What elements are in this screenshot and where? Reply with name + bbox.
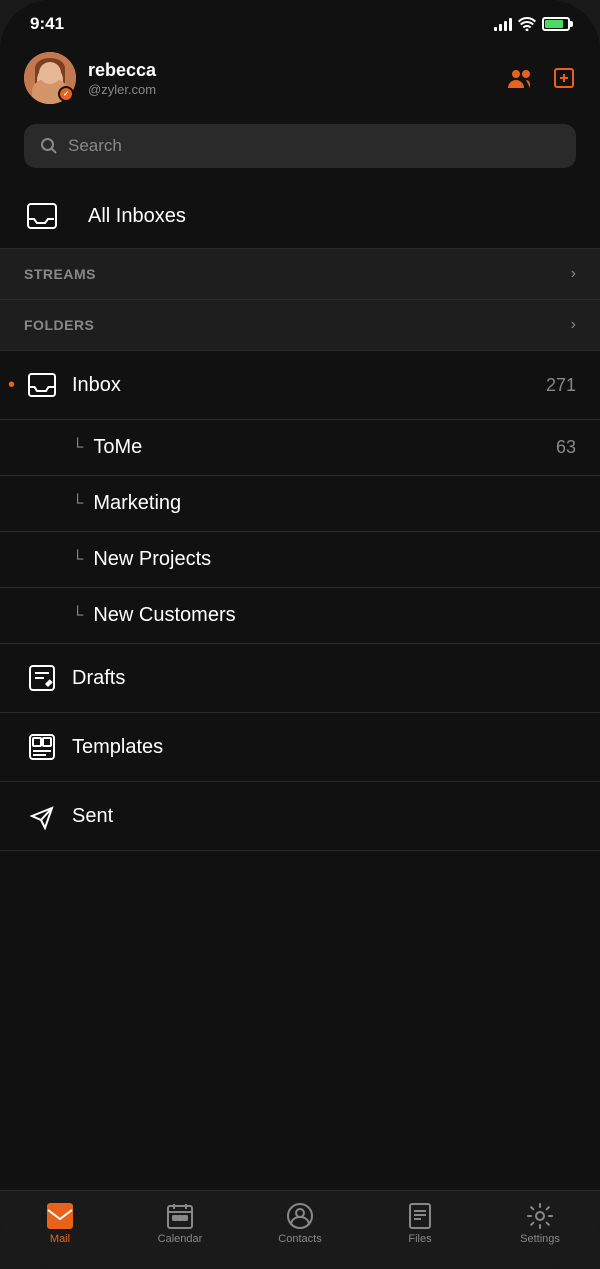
inbox-nav-icon	[24, 367, 60, 403]
streams-chevron-icon: ›	[571, 265, 576, 283]
nav-items: Inbox 271 └ ToMe 63 └ Marketing └ New Pr…	[0, 351, 600, 1190]
contacts-nav-icon	[287, 1203, 313, 1229]
calendar-icon	[167, 1203, 193, 1229]
drafts-nav-item[interactable]: Drafts	[0, 644, 600, 713]
inbox-count: 271	[546, 375, 576, 396]
templates-label: Templates	[72, 736, 576, 759]
bottom-nav: Mail Calendar	[0, 1190, 600, 1269]
streams-section[interactable]: STREAMS ›	[0, 249, 600, 300]
inbox-nav-item[interactable]: Inbox 271	[0, 351, 600, 420]
status-icons	[494, 17, 570, 31]
search-icon	[40, 137, 58, 155]
new-projects-label: New Projects	[93, 548, 576, 571]
bottom-nav-contacts[interactable]: Contacts	[270, 1203, 330, 1245]
tome-sub-item[interactable]: └ ToMe 63	[0, 420, 600, 476]
mail-icon	[47, 1203, 73, 1229]
marketing-arrow-icon: └	[72, 495, 83, 513]
all-inboxes-item[interactable]: All Inboxes	[0, 184, 600, 249]
user-email: @zyler.com	[88, 82, 506, 97]
tome-label: ToMe	[93, 436, 556, 459]
settings-label: Settings	[520, 1233, 560, 1245]
streams-label: STREAMS	[24, 266, 96, 282]
tome-count: 63	[556, 437, 576, 458]
sent-label: Sent	[72, 805, 576, 828]
search-box[interactable]: Search	[24, 124, 576, 168]
search-placeholder: Search	[68, 136, 122, 156]
new-customers-label: New Customers	[93, 604, 576, 627]
signal-icon	[494, 17, 512, 31]
marketing-sub-item[interactable]: └ Marketing	[0, 476, 600, 532]
contacts-icon[interactable]	[506, 66, 534, 90]
header-actions	[506, 66, 576, 90]
phone-container: 9:41	[0, 0, 600, 1269]
new-customers-arrow-icon: └	[72, 607, 83, 625]
wifi-icon	[518, 17, 536, 31]
tome-arrow-icon: └	[72, 439, 83, 457]
contacts-label: Contacts	[278, 1233, 321, 1245]
avatar[interactable]	[24, 52, 76, 104]
folders-chevron-icon: ›	[571, 316, 576, 334]
folders-label: FOLDERS	[24, 317, 94, 333]
new-customers-sub-item[interactable]: └ New Customers	[0, 588, 600, 644]
marketing-label: Marketing	[93, 492, 576, 515]
compose-icon[interactable]	[552, 66, 576, 90]
header: rebecca @zyler.com	[0, 42, 600, 116]
new-projects-arrow-icon: └	[72, 551, 83, 569]
inbox-label: Inbox	[72, 374, 546, 397]
mail-label: Mail	[50, 1233, 70, 1245]
sent-nav-item[interactable]: Sent	[0, 782, 600, 851]
sent-icon	[24, 798, 60, 834]
status-bar: 9:41	[0, 0, 600, 42]
user-name: rebecca	[88, 60, 506, 81]
files-label: Files	[408, 1233, 431, 1245]
bottom-nav-mail[interactable]: Mail	[30, 1203, 90, 1245]
templates-icon	[24, 729, 60, 765]
files-icon	[407, 1203, 433, 1229]
folders-section[interactable]: FOLDERS ›	[0, 300, 600, 351]
templates-nav-item[interactable]: Templates	[0, 713, 600, 782]
all-inboxes-label: All Inboxes	[88, 205, 186, 228]
search-container: Search	[0, 116, 600, 184]
bottom-nav-files[interactable]: Files	[390, 1203, 450, 1245]
inbox-icon	[24, 198, 60, 234]
calendar-label: Calendar	[158, 1233, 203, 1245]
user-info: rebecca @zyler.com	[88, 60, 506, 97]
status-time: 9:41	[30, 14, 64, 34]
drafts-label: Drafts	[72, 667, 576, 690]
drafts-icon	[24, 660, 60, 696]
settings-icon	[527, 1203, 553, 1229]
avatar-badge	[58, 86, 74, 102]
bottom-nav-calendar[interactable]: Calendar	[150, 1203, 210, 1245]
new-projects-sub-item[interactable]: └ New Projects	[0, 532, 600, 588]
battery-icon	[542, 17, 570, 31]
bottom-nav-settings[interactable]: Settings	[510, 1203, 570, 1245]
